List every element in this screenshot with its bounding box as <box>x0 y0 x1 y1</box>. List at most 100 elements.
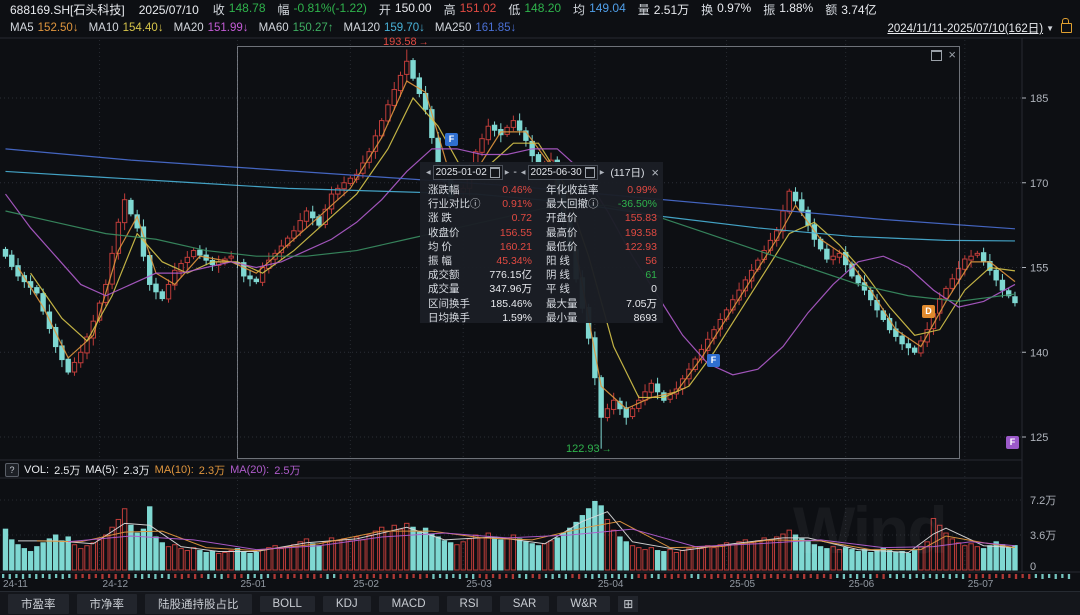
history-strip-tick <box>479 574 481 578</box>
next-date-arrow[interactable]: ▶ <box>505 169 510 176</box>
volume-bar <box>323 542 327 570</box>
prev-date-arrow[interactable]: ◀ <box>521 169 526 176</box>
event-marker-F[interactable]: F <box>445 133 458 146</box>
volume-bar <box>154 537 158 570</box>
restore-icon[interactable] <box>931 50 942 61</box>
close-icon[interactable]: × <box>651 165 659 180</box>
volume-bar <box>110 527 114 570</box>
volume-bar <box>16 545 20 570</box>
volume-bar <box>517 539 521 570</box>
x-axis-month-label: 24-11 <box>3 579 28 590</box>
volume-bar <box>411 527 415 570</box>
volume-bar <box>72 545 76 570</box>
vol-value: 2.5万 <box>54 462 80 478</box>
vol-ma5-label: MA(5): <box>85 464 118 476</box>
volume-bar <box>223 553 227 571</box>
add-indicator-button[interactable]: ⊞ <box>618 596 638 612</box>
history-strip-tick <box>108 574 110 578</box>
next-date-arrow[interactable]: ▶ <box>600 169 605 176</box>
history-strip-tick <box>1021 574 1023 578</box>
history-strip-tick <box>62 574 64 579</box>
volume-bar <box>254 553 258 571</box>
wind-terminal-screen: 688169.SH[石头科技] 2025/07/10 收148.78幅-0.81… <box>0 0 1080 615</box>
volume-bar <box>191 548 195 570</box>
history-strip-tick <box>48 574 50 579</box>
history-strip-tick <box>1041 574 1043 579</box>
candle-body <box>963 259 967 269</box>
history-strip-tick <box>777 574 779 579</box>
history-strip-tick <box>916 574 918 578</box>
history-strip-tick <box>638 574 640 578</box>
interval-stats-panel[interactable]: ◀ 2025-01-02 ▶ - ◀ 2025-06-30 ▶ (117日) ×… <box>420 162 663 323</box>
volume-bar <box>304 539 308 570</box>
volume-bar <box>104 535 108 570</box>
stats-row: 最高价193.58 <box>538 226 663 240</box>
event-marker-F[interactable]: F <box>1006 436 1019 449</box>
candle-body <box>994 270 998 280</box>
volume-bar <box>279 549 283 570</box>
history-strip-tick <box>42 574 44 578</box>
history-strip-tick <box>889 574 891 578</box>
history-strip-tick <box>545 574 547 578</box>
volume-bar <box>467 539 471 570</box>
tab-SAR[interactable]: SAR <box>500 596 550 612</box>
history-strip-tick <box>366 574 368 579</box>
history-strip-tick <box>492 574 494 578</box>
tab-RSI[interactable]: RSI <box>447 596 492 612</box>
history-strip-tick <box>273 574 275 579</box>
volume-bar <box>22 549 26 570</box>
candle-body <box>1013 297 1017 303</box>
volume-bar <box>775 537 779 570</box>
history-strip-tick <box>247 574 249 579</box>
stats-row: 涨跌幅0.46% <box>420 183 538 197</box>
history-strip-tick <box>452 574 454 578</box>
tab-市盈率[interactable]: 市盈率 <box>8 594 69 614</box>
history-strip-tick <box>796 574 798 578</box>
history-strip-tick <box>724 574 726 579</box>
history-strip-tick <box>35 574 37 579</box>
history-strip-tick <box>174 574 176 578</box>
volume-bar <box>649 548 653 570</box>
history-strip-tick <box>949 574 951 579</box>
tab-陆股通持股占比[interactable]: 陆股通持股占比 <box>145 594 252 614</box>
calendar-icon[interactable] <box>490 167 500 178</box>
history-strip-tick <box>459 574 461 579</box>
tab-W&R[interactable]: W&R <box>557 596 610 612</box>
history-strip-tick <box>955 574 957 578</box>
volume-bar <box>511 535 515 570</box>
history-strip-tick <box>651 574 653 578</box>
tab-BOLL[interactable]: BOLL <box>260 596 315 612</box>
history-strip-tick <box>611 574 613 578</box>
volume-bar <box>762 538 766 570</box>
volume-bar <box>756 541 760 570</box>
volume-bar <box>956 543 960 570</box>
stats-row: 涨 跌0.72 <box>420 211 538 225</box>
tab-MACD[interactable]: MACD <box>379 596 439 612</box>
history-strip-tick <box>929 574 931 578</box>
history-strip-tick <box>214 574 216 578</box>
volume-bar <box>373 531 377 570</box>
tab-KDJ[interactable]: KDJ <box>323 596 371 612</box>
start-date-picker[interactable]: 2025-01-02 <box>433 165 503 180</box>
volume-bar <box>198 551 202 570</box>
history-strip-tick <box>532 574 534 578</box>
volume-bar <box>668 550 672 570</box>
history-strip-tick <box>207 574 209 579</box>
prev-date-arrow[interactable]: ◀ <box>426 169 431 176</box>
calendar-icon[interactable] <box>585 167 595 178</box>
candle-body <box>154 284 158 292</box>
history-strip-tick <box>618 574 620 579</box>
history-strip-tick <box>730 574 732 578</box>
help-icon[interactable]: ? <box>5 463 19 477</box>
event-marker-D[interactable]: D <box>922 305 935 318</box>
history-strip-tick <box>346 574 348 578</box>
tab-市净率[interactable]: 市净率 <box>77 594 138 614</box>
close-icon[interactable]: × <box>948 49 956 61</box>
stats-row: 成交额776.15亿 <box>420 268 538 282</box>
volume-bar <box>505 538 509 570</box>
history-strip-tick <box>518 574 520 578</box>
end-date-picker[interactable]: 2025-06-30 <box>528 165 598 180</box>
volume-bar <box>963 546 967 570</box>
stats-panel-header: ◀ 2025-01-02 ▶ - ◀ 2025-06-30 ▶ (117日) × <box>420 162 663 181</box>
event-marker-F[interactable]: F <box>707 354 720 367</box>
